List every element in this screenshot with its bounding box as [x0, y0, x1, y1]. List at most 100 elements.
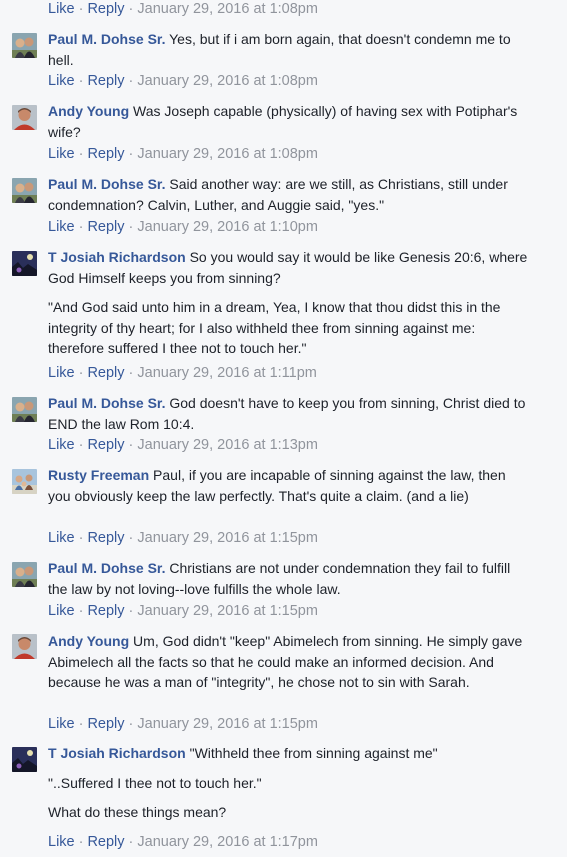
- comment-body: Paul M. Dohse Sr. Said another way: are …: [48, 174, 528, 215]
- timestamp[interactable]: January 29, 2016 at 1:17pm: [137, 834, 318, 850]
- avatar[interactable]: [12, 105, 37, 130]
- like-link[interactable]: Like: [48, 146, 75, 162]
- comment-body: Andy Young Was Joseph capable (physicall…: [48, 101, 528, 142]
- comment-body: Paul M. Dohse Sr. Yes, but if i am born …: [48, 29, 528, 70]
- avatar[interactable]: [12, 634, 37, 659]
- reply-link[interactable]: Reply: [87, 365, 124, 381]
- author-name[interactable]: T Josiah Richardson: [48, 249, 186, 265]
- like-link[interactable]: Like: [48, 1, 75, 17]
- separator: ·: [78, 1, 84, 17]
- like-link[interactable]: Like: [48, 716, 75, 732]
- avatar[interactable]: [12, 469, 37, 494]
- reply-link[interactable]: Reply: [87, 603, 124, 619]
- like-link[interactable]: Like: [48, 603, 75, 619]
- man-portrait-avatar-icon: [12, 634, 37, 659]
- timestamp[interactable]: January 29, 2016 at 1:08pm: [137, 1, 318, 17]
- comment-paragraph: "..Suffered I thee not to touch her.": [48, 774, 262, 791]
- like-link[interactable]: Like: [48, 365, 75, 381]
- author-name[interactable]: Paul M. Dohse Sr.: [48, 395, 165, 411]
- timestamp[interactable]: January 29, 2016 at 1:10pm: [137, 219, 318, 235]
- separator: ·: [128, 603, 134, 619]
- like-link[interactable]: Like: [48, 834, 75, 850]
- separator: ·: [78, 146, 84, 162]
- author-name[interactable]: Andy Young: [48, 103, 129, 119]
- avatar[interactable]: [12, 178, 37, 203]
- author-name[interactable]: Paul M. Dohse Sr.: [48, 31, 165, 47]
- timestamp[interactable]: January 29, 2016 at 1:15pm: [137, 716, 318, 732]
- separator: ·: [78, 716, 84, 732]
- family-avatar-icon: [12, 469, 37, 494]
- separator: ·: [78, 73, 84, 89]
- couple-avatar-icon: [12, 33, 37, 58]
- separator: ·: [128, 716, 134, 732]
- separator: ·: [128, 219, 134, 235]
- author-name[interactable]: Rusty Freeman: [48, 467, 149, 483]
- comment-actions: Like · Reply · January 29, 2016 at 1:11pm: [48, 364, 317, 382]
- separator: ·: [78, 365, 84, 381]
- like-link[interactable]: Like: [48, 219, 75, 235]
- author-name[interactable]: Andy Young: [48, 633, 129, 649]
- like-link[interactable]: Like: [48, 437, 75, 453]
- timestamp[interactable]: January 29, 2016 at 1:15pm: [137, 603, 318, 619]
- timestamp[interactable]: January 29, 2016 at 1:15pm: [137, 530, 318, 546]
- comment-body: T Josiah Richardson "Withheld thee from …: [48, 743, 528, 823]
- separator: ·: [78, 530, 84, 546]
- timestamp[interactable]: January 29, 2016 at 1:11pm: [137, 365, 317, 381]
- avatar[interactable]: [12, 747, 37, 772]
- separator: ·: [128, 146, 134, 162]
- night-scene-avatar-icon: [12, 747, 37, 772]
- like-link[interactable]: Like: [48, 530, 75, 546]
- reply-link[interactable]: Reply: [87, 219, 124, 235]
- timestamp[interactable]: January 29, 2016 at 1:08pm: [137, 146, 318, 162]
- comment-actions: Like · Reply · January 29, 2016 at 1:08pm: [48, 72, 318, 90]
- like-link[interactable]: Like: [48, 73, 75, 89]
- comment-paragraph: What do these things mean?: [48, 804, 227, 820]
- comment-actions: Like · Reply · January 29, 2016 at 1:15pm: [48, 602, 318, 620]
- author-name[interactable]: T Josiah Richardson: [48, 745, 186, 761]
- comment-actions: Like · Reply · January 29, 2016 at 1:08pm: [48, 0, 318, 18]
- separator: ·: [128, 73, 134, 89]
- comment-body: Andy Young Um, God didn't "keep" Abimele…: [48, 631, 528, 693]
- avatar[interactable]: [12, 251, 37, 276]
- separator: ·: [128, 1, 134, 17]
- avatar[interactable]: [12, 33, 37, 58]
- separator: ·: [128, 365, 134, 381]
- author-name[interactable]: Paul M. Dohse Sr.: [48, 560, 165, 576]
- comment-body: T Josiah Richardson So you would say it …: [48, 247, 528, 359]
- reply-link[interactable]: Reply: [87, 146, 124, 162]
- couple-avatar-icon: [12, 397, 37, 422]
- comment-text: "Withheld thee from sinning against me": [189, 745, 438, 761]
- separator: ·: [78, 219, 84, 235]
- separator: ·: [128, 834, 134, 850]
- comment-body: Rusty Freeman Paul, if you are incapable…: [48, 465, 528, 506]
- reply-link[interactable]: Reply: [87, 1, 124, 17]
- reply-link[interactable]: Reply: [87, 716, 124, 732]
- comment-actions: Like · Reply · January 29, 2016 at 1:08pm: [48, 145, 318, 163]
- separator: ·: [78, 603, 84, 619]
- comment-paragraph: "And God said unto him in a dream, Yea, …: [48, 299, 501, 356]
- comment-actions: Like · Reply · January 29, 2016 at 1:15pm: [48, 715, 318, 733]
- comment-body: Paul M. Dohse Sr. Christians are not und…: [48, 558, 528, 599]
- comment-actions: Like · Reply · January 29, 2016 at 1:15pm: [48, 529, 318, 547]
- night-scene-avatar-icon: [12, 251, 37, 276]
- couple-avatar-icon: [12, 178, 37, 203]
- reply-link[interactable]: Reply: [87, 73, 124, 89]
- timestamp[interactable]: January 29, 2016 at 1:13pm: [137, 437, 318, 453]
- reply-link[interactable]: Reply: [87, 834, 124, 850]
- reply-link[interactable]: Reply: [87, 437, 124, 453]
- man-portrait-avatar-icon: [12, 105, 37, 130]
- comment-actions: Like · Reply · January 29, 2016 at 1:10pm: [48, 218, 318, 236]
- avatar[interactable]: [12, 562, 37, 587]
- separator: ·: [78, 834, 84, 850]
- comment-actions: Like · Reply · January 29, 2016 at 1:13pm: [48, 436, 318, 454]
- comment-actions: Like · Reply · January 29, 2016 at 1:17pm: [48, 833, 318, 851]
- separator: ·: [128, 437, 134, 453]
- separator: ·: [78, 437, 84, 453]
- separator: ·: [128, 530, 134, 546]
- avatar[interactable]: [12, 397, 37, 422]
- comment-body: Paul M. Dohse Sr. God doesn't have to ke…: [48, 393, 528, 434]
- reply-link[interactable]: Reply: [87, 530, 124, 546]
- couple-avatar-icon: [12, 562, 37, 587]
- author-name[interactable]: Paul M. Dohse Sr.: [48, 176, 165, 192]
- timestamp[interactable]: January 29, 2016 at 1:08pm: [137, 73, 318, 89]
